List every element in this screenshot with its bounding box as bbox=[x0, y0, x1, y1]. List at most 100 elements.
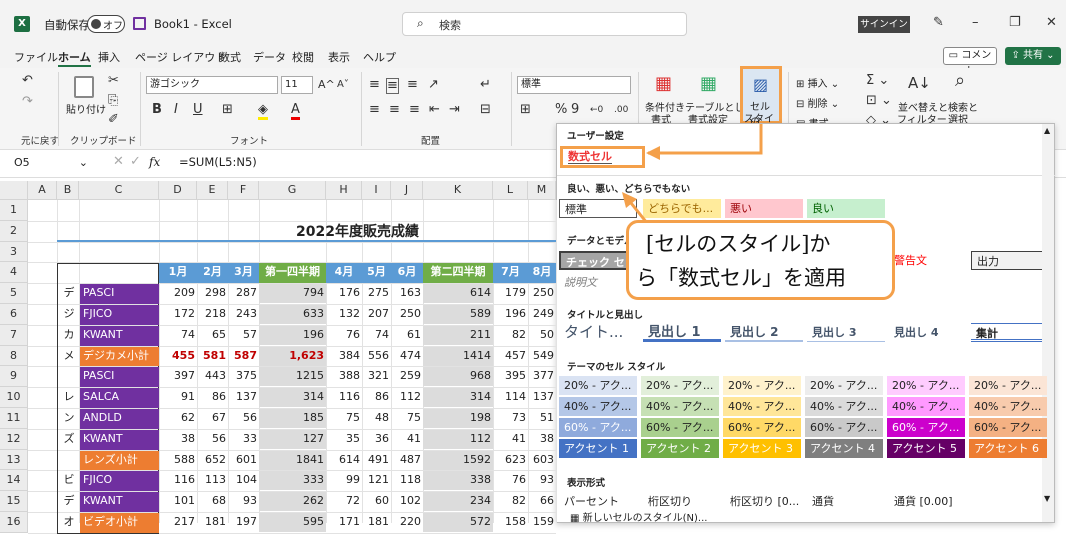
table-cell[interactable]: 74 bbox=[159, 326, 197, 345]
table-cell[interactable]: 1414 bbox=[423, 346, 493, 366]
fx-button[interactable]: fx bbox=[149, 155, 160, 169]
conditional-format-icon[interactable]: ▦ bbox=[655, 75, 672, 93]
column-header[interactable]: L bbox=[493, 181, 528, 200]
theme-style-item[interactable]: 40% - アク... bbox=[723, 397, 801, 416]
panel-scrollbar[interactable]: ▲ ▼ bbox=[1042, 124, 1054, 522]
table-cell[interactable]: 209 bbox=[159, 284, 197, 303]
row-header[interactable]: 5 bbox=[0, 283, 28, 304]
scroll-down-icon[interactable]: ▼ bbox=[1044, 494, 1050, 503]
orientation-icon[interactable]: ↗ bbox=[428, 78, 439, 92]
product-name-cell[interactable]: PASCI bbox=[80, 367, 159, 388]
table-cell[interactable]: 614 bbox=[326, 451, 362, 470]
table-cell[interactable]: 623 bbox=[493, 451, 528, 470]
table-cell[interactable]: 581 bbox=[197, 347, 228, 366]
table-cell[interactable]: 794 bbox=[259, 284, 326, 304]
align-middle-icon[interactable]: ≡ bbox=[386, 78, 399, 94]
table-cell[interactable]: 601 bbox=[228, 451, 259, 470]
table-cell[interactable]: 38 bbox=[528, 430, 556, 449]
enter-icon[interactable]: ✓ bbox=[130, 155, 141, 169]
table-cell[interactable]: 50 bbox=[528, 326, 556, 345]
product-name-cell[interactable]: FJICO bbox=[80, 471, 159, 492]
style-heading2[interactable]: 見出し 2 bbox=[725, 323, 803, 342]
name-box[interactable]: O5 ⌄ bbox=[14, 154, 92, 172]
column-header[interactable]: I bbox=[362, 181, 391, 200]
product-name-cell[interactable]: FJICO bbox=[80, 305, 159, 325]
tab-page-layout[interactable]: ページ レイアウト bbox=[135, 49, 226, 65]
table-cell[interactable]: 56 bbox=[228, 409, 259, 428]
cut-icon[interactable]: ✂ bbox=[108, 74, 119, 88]
theme-style-item[interactable]: 60% - アク... bbox=[887, 418, 965, 437]
underline-icon[interactable]: U bbox=[193, 103, 203, 117]
theme-style-item[interactable]: アクセント 5 bbox=[887, 439, 965, 458]
row-header[interactable]: 14 bbox=[0, 470, 28, 492]
column-header[interactable]: K bbox=[423, 181, 493, 200]
undo-icon[interactable]: ↶ bbox=[22, 74, 33, 88]
theme-style-item[interactable]: 20% - アク... bbox=[969, 376, 1047, 395]
table-cell[interactable]: 61 bbox=[391, 326, 423, 345]
row-header[interactable]: 12 bbox=[0, 428, 28, 450]
row-header[interactable]: 7 bbox=[0, 324, 28, 346]
align-bottom-icon[interactable]: ≡ bbox=[407, 78, 418, 92]
italic-icon[interactable]: I bbox=[174, 103, 178, 117]
table-cell[interactable]: 185 bbox=[259, 409, 326, 428]
product-name-cell[interactable]: レンズ小計 bbox=[80, 450, 159, 471]
table-cell[interactable]: 275 bbox=[362, 284, 391, 303]
share-button[interactable]: ⇪ 共有 ⌄ bbox=[1005, 47, 1061, 65]
style-bad[interactable]: 悪い bbox=[725, 199, 803, 218]
number-format-select[interactable]: 標準 bbox=[517, 76, 631, 94]
table-cell[interactable]: 101 bbox=[159, 492, 197, 511]
table-cell[interactable]: 66 bbox=[528, 492, 556, 511]
style-currency[interactable]: 通貨 bbox=[807, 492, 834, 511]
signin-button[interactable]: サインイン bbox=[858, 16, 910, 33]
theme-style-item[interactable]: アクセント 1 bbox=[559, 439, 637, 458]
sort-filter-icon[interactable]: A↓ bbox=[908, 76, 931, 91]
table-cell[interactable]: 127 bbox=[259, 429, 326, 449]
table-cell[interactable]: 395 bbox=[493, 367, 528, 386]
table-cell[interactable]: 603 bbox=[528, 451, 556, 470]
table-cell[interactable]: 196 bbox=[259, 325, 326, 345]
row-header[interactable]: 13 bbox=[0, 449, 28, 471]
style-good[interactable]: 良い bbox=[807, 199, 885, 218]
theme-style-item[interactable]: 60% - アク... bbox=[969, 418, 1047, 437]
theme-style-item[interactable]: 40% - アク... bbox=[559, 397, 637, 416]
row-header[interactable]: 6 bbox=[0, 304, 28, 325]
style-currency0[interactable]: 通貨 [0.00] bbox=[889, 492, 953, 511]
table-cell[interactable]: 652 bbox=[197, 451, 228, 470]
table-cell[interactable]: 65 bbox=[197, 326, 228, 345]
font-name-select[interactable]: 游ゴシック bbox=[146, 76, 278, 94]
row-header[interactable]: 16 bbox=[0, 512, 28, 533]
theme-style-item[interactable]: 40% - アク... bbox=[641, 397, 719, 416]
table-cell[interactable]: 172 bbox=[159, 305, 197, 324]
table-cell[interactable]: 207 bbox=[362, 305, 391, 324]
grow-font-icon[interactable]: A^ bbox=[318, 78, 335, 92]
currency-icon[interactable]: ⊞ bbox=[520, 103, 531, 117]
table-cell[interactable]: 1592 bbox=[423, 450, 493, 470]
column-header[interactable]: F bbox=[228, 181, 259, 200]
product-name-cell[interactable]: デジカメ小計 bbox=[80, 346, 159, 367]
table-cell[interactable]: 33 bbox=[228, 430, 259, 449]
table-cell[interactable]: 93 bbox=[528, 471, 556, 490]
table-cell[interactable]: 62 bbox=[159, 409, 197, 428]
theme-style-item[interactable]: 60% - アク... bbox=[723, 418, 801, 437]
autosum-icon[interactable]: Σ ⌄ bbox=[866, 74, 889, 88]
align-center-icon[interactable]: ≡ bbox=[389, 103, 400, 117]
fill-color-icon[interactable]: ◈ bbox=[258, 103, 268, 120]
table-cell[interactable]: 491 bbox=[362, 451, 391, 470]
theme-style-item[interactable]: アクセント 2 bbox=[641, 439, 719, 458]
percent-icon[interactable]: % bbox=[555, 103, 567, 117]
table-cell[interactable]: 234 bbox=[423, 492, 493, 512]
row-header[interactable]: 15 bbox=[0, 491, 28, 512]
outdent-icon[interactable]: ⇥ bbox=[449, 103, 460, 117]
product-name-cell[interactable]: PASCI bbox=[80, 284, 159, 304]
table-cell[interactable]: 250 bbox=[391, 305, 423, 324]
theme-style-item[interactable]: 20% - アク... bbox=[887, 376, 965, 395]
table-cell[interactable]: 137 bbox=[228, 388, 259, 407]
merge-icon[interactable]: ⊟ bbox=[480, 103, 491, 117]
table-cell[interactable]: 587 bbox=[228, 347, 259, 366]
theme-style-item[interactable]: アクセント 4 bbox=[805, 439, 883, 458]
table-cell[interactable]: 474 bbox=[391, 347, 423, 366]
maximize-icon[interactable]: ❐ bbox=[1009, 16, 1021, 30]
table-cell[interactable]: 218 bbox=[197, 305, 228, 324]
delete-button[interactable]: ⊟ 削除 ⌄ bbox=[796, 95, 839, 110]
table-cell[interactable]: 262 bbox=[259, 492, 326, 512]
